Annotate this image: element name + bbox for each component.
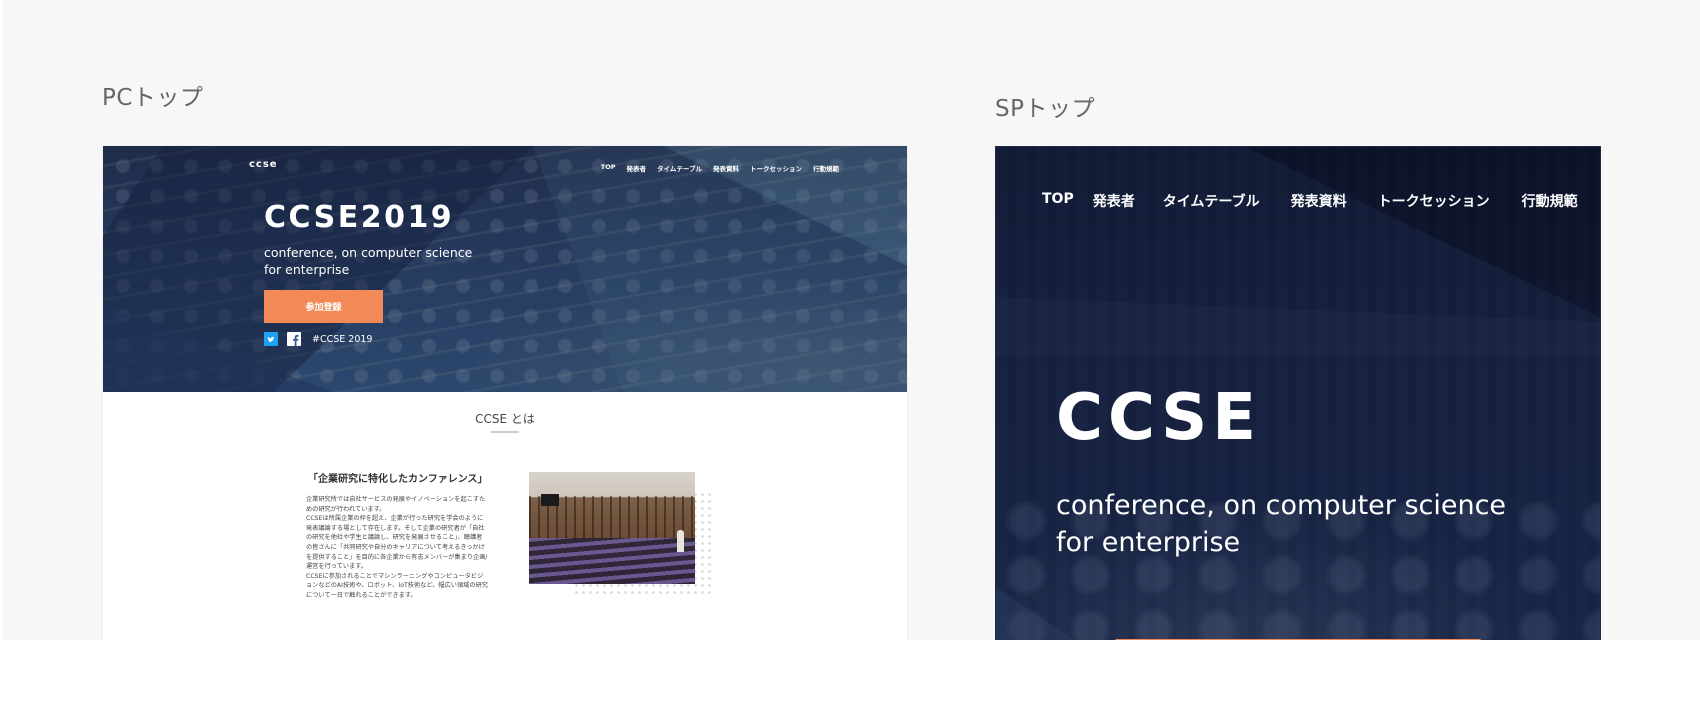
sp-nav-timetable[interactable]: タイムテーブル (1163, 191, 1260, 211)
register-button[interactable]: 参加登録 (264, 290, 383, 323)
about-heading: CCSE とは (475, 412, 535, 426)
pc-subtitle-line1: conference, on computer science (264, 245, 473, 260)
twitter-icon[interactable] (264, 332, 278, 346)
about-heading-underline (491, 431, 519, 433)
photo-speaker (677, 530, 684, 552)
pc-subtitle-line2: for enterprise (264, 262, 350, 277)
pc-nav-code-of-conduct[interactable]: 行動規範 (813, 163, 839, 173)
sp-register-button[interactable] (1114, 639, 1482, 640)
hero-polygon-overlay (103, 146, 907, 392)
sp-nav-materials[interactable]: 発表資料 (1291, 191, 1347, 211)
sp-hero-title: CCSE (1056, 381, 1261, 455)
sp-hero-subtitle: conference, on computer science for ente… (1056, 487, 1506, 561)
pc-nav-talk-session[interactable]: トークセッション (750, 163, 802, 173)
sp-nav-talk-session[interactable]: トークセッション (1378, 191, 1490, 211)
sp-nav-speakers[interactable]: 発表者 (1093, 191, 1135, 211)
about-paragraph: CCSEに参加されることでマシンラーニングやコンピュータビジョンなどのAI技術や… (306, 572, 488, 599)
pc-social-links: #CCSE 2019 (264, 332, 372, 346)
pc-hero-title: CCSE2019 (264, 200, 455, 235)
about-body: 企業研究所では自社サービスの発展やイノベーションを起こすための研究が行われていま… (306, 495, 488, 601)
pc-preview: ccse TOP 発表者 タイムテーブル 発表資料 トークセッション 行動規範 … (103, 146, 907, 640)
sp-subtitle-line1: conference, on computer science (1056, 490, 1507, 521)
pc-nav-timetable[interactable]: タイムテーブル (657, 163, 702, 173)
pc-nav-top[interactable]: TOP (601, 163, 616, 173)
conference-photo (529, 472, 695, 584)
photo-monitor (541, 494, 559, 506)
pc-nav-materials[interactable]: 発表資料 (713, 163, 739, 173)
pc-hashtag: #CCSE 2019 (312, 333, 373, 345)
about-quote: 「企業研究に特化したカンファレンス」 (308, 474, 488, 485)
sp-nav-top[interactable]: TOP (1042, 191, 1074, 211)
pc-logo[interactable]: ccse (249, 159, 278, 170)
sp-preview: TOP 発表者 タイムテーブル 発表資料 トークセッション 行動規範 CCSE … (995, 146, 1601, 640)
facebook-icon[interactable] (287, 332, 301, 346)
sp-nav-code-of-conduct[interactable]: 行動規範 (1522, 191, 1578, 211)
pc-hero: ccse TOP 発表者 タイムテーブル 発表資料 トークセッション 行動規範 … (103, 146, 907, 392)
pc-nav: TOP 発表者 タイムテーブル 発表資料 トークセッション 行動規範 (601, 163, 839, 173)
sp-nav: TOP 発表者 タイムテーブル 発表資料 トークセッション 行動規範 (1042, 191, 1578, 211)
pc-hero-subtitle: conference, on computer science for ente… (264, 244, 472, 278)
canvas: PCトップ SPトップ ccse TOP 発表者 タイムテーブル 発表資料 トー… (2, 0, 1700, 640)
sp-top-title: SPトップ (995, 96, 1095, 122)
about-paragraph: CCSEは所属企業の枠を超え、企業が行った研究を学会のように発表議論する場として… (306, 515, 488, 571)
pc-top-title: PCトップ (102, 85, 204, 111)
pc-nav-speakers[interactable]: 発表者 (627, 163, 647, 173)
about-paragraph: 企業研究所では自社サービスの発展やイノベーションを起こすための研究が行われていま… (306, 496, 486, 513)
sp-subtitle-line2: for enterprise (1056, 527, 1241, 558)
photo-audience (529, 538, 695, 584)
